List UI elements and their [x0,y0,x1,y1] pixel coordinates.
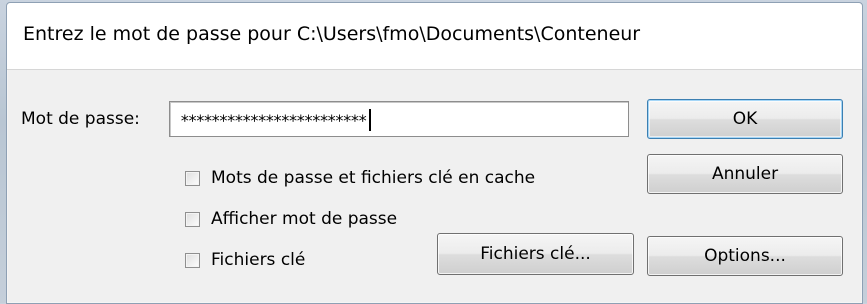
password-masked-value: ************************ [180,109,371,131]
ok-button[interactable]: OK [647,99,843,139]
show-password-option[interactable]: Afficher mot de passe [185,209,397,229]
cache-passwords-option[interactable]: Mots de passe et fichiers clé en cache [185,168,535,188]
password-dialog: Entrez le mot de passe pour C:\Users\fmo… [6,2,863,304]
cancel-button[interactable]: Annuler [647,154,843,194]
text-caret [368,109,371,131]
password-field[interactable]: ************************ [169,101,629,137]
options-button[interactable]: Options... [647,236,843,276]
use-keyfiles-label: Fichiers clé [211,250,306,270]
dialog-header: Entrez le mot de passe pour C:\Users\fmo… [7,3,862,70]
cache-passwords-label: Mots de passe et fichiers clé en cache [211,168,536,188]
dialog-title: Entrez le mot de passe pour C:\Users\fmo… [23,23,641,45]
show-password-checkbox[interactable] [185,211,200,227]
keyfiles-button[interactable]: Fichiers clé... [437,233,634,275]
use-keyfiles-checkbox[interactable] [185,252,200,268]
password-label: Mot de passe: [21,109,140,129]
show-password-label: Afficher mot de passe [211,209,398,229]
cache-passwords-checkbox[interactable] [185,170,200,186]
use-keyfiles-option[interactable]: Fichiers clé [185,250,305,270]
